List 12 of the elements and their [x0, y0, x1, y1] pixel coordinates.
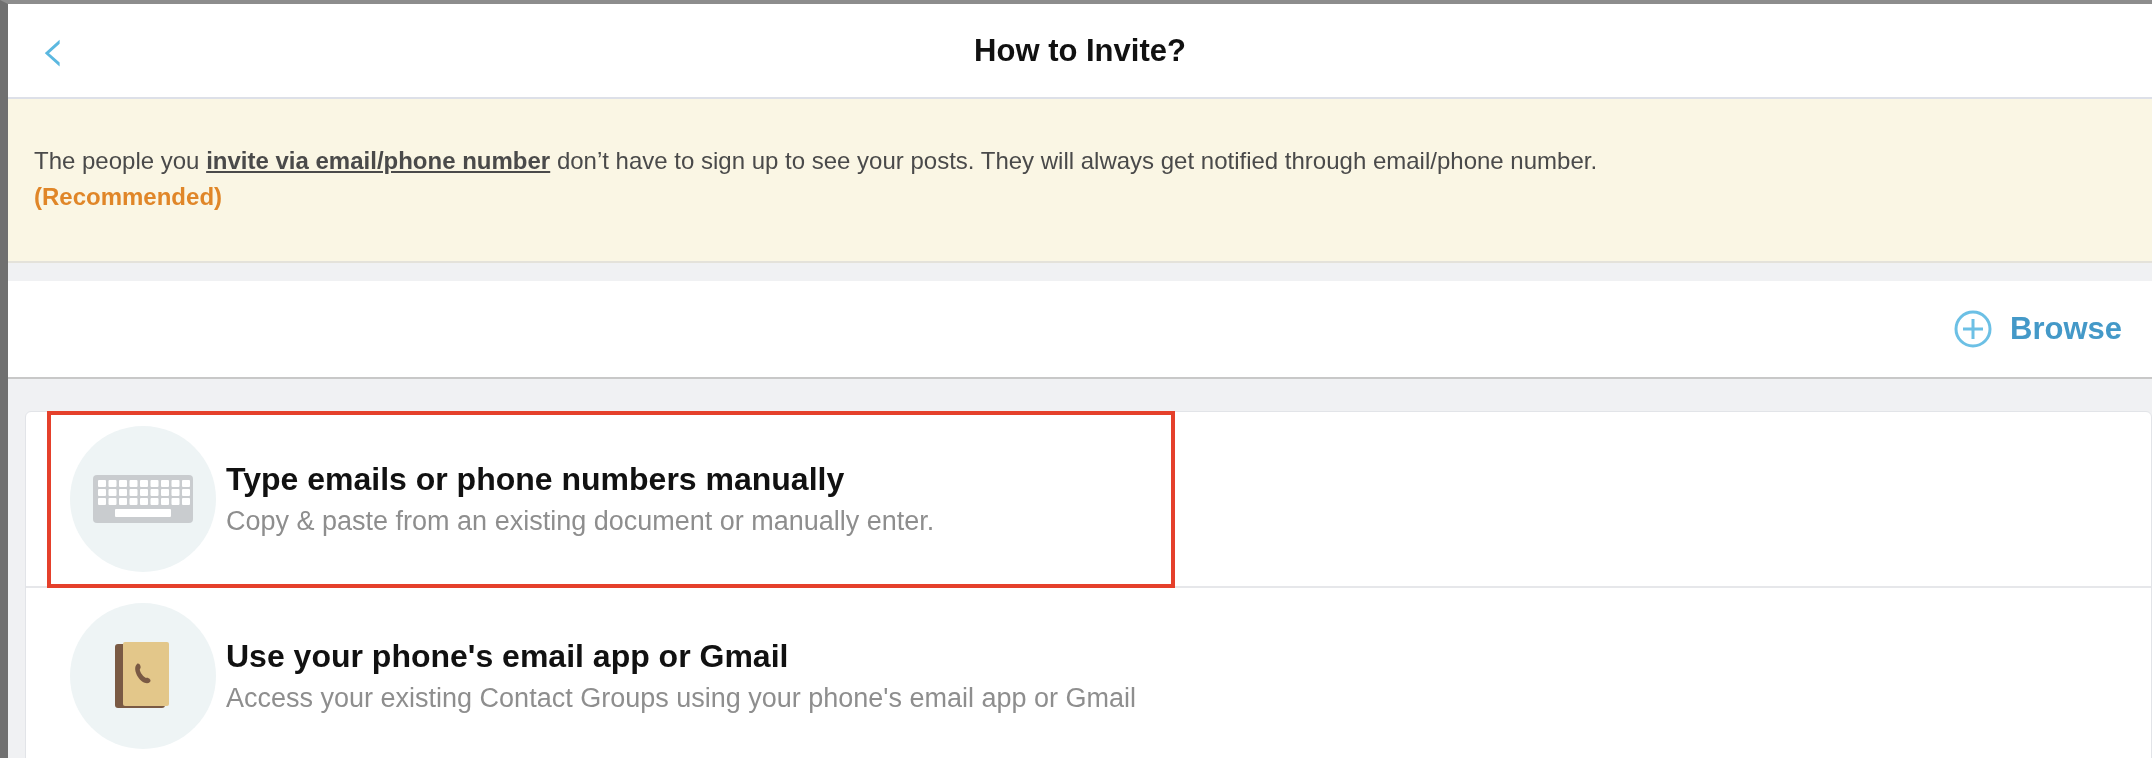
plus-circle-icon: [1954, 310, 1992, 348]
invite-option[interactable]: Use your phone's email app or Gmail Access your existing Contact Groups using your phone's email app or Gmail: [26, 588, 2151, 758]
invite-option[interactable]: Type emails or phone numbers manually Copy & paste from an existing document or manually enter.: [26, 412, 2151, 588]
address-book-icon: [115, 642, 171, 710]
page-title: How to Invite?: [974, 32, 1186, 69]
option-title: Use your phone's email app or Gmail: [226, 638, 790, 675]
option-title: Type emails or phone numbers manually: [226, 461, 846, 498]
recommended-label: (Recommended): [34, 182, 223, 212]
notice-text: The people you invite via email/phone number don’t have to sign up to see your posts. They will always get notified through email/phone number.: [34, 146, 1599, 176]
option-subtitle: Access your existing Contact Groups using your phone's email app or Gmail: [226, 683, 1137, 714]
keyboard-icon: [93, 475, 193, 523]
option-subtitle: Copy & paste from an existing document or manually enter.: [226, 506, 935, 537]
